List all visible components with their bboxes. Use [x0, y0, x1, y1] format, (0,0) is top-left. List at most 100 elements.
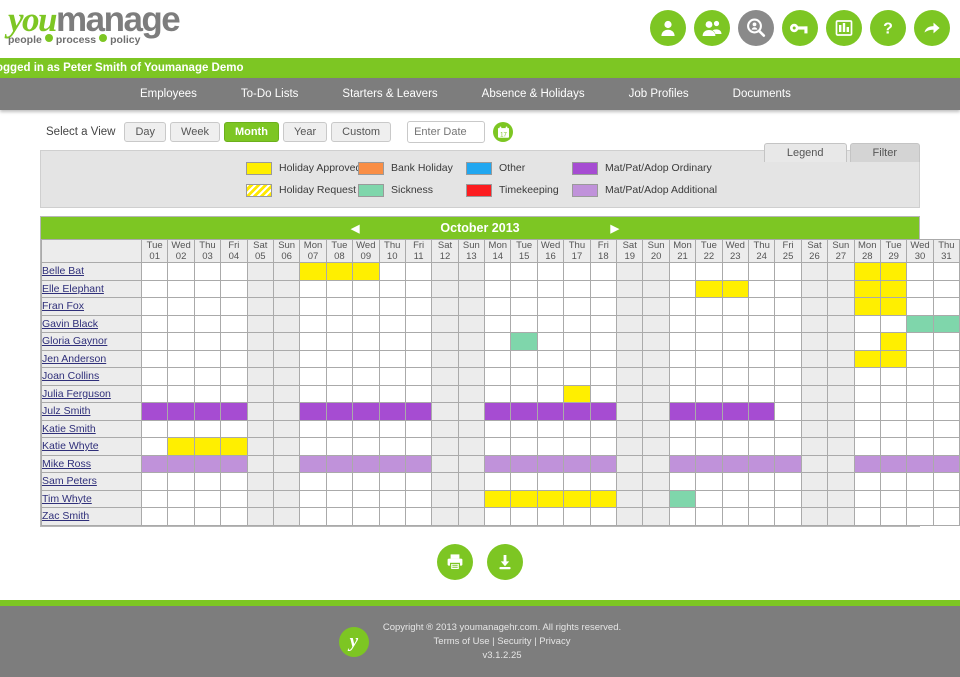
calendar-day-cell[interactable] — [774, 489, 802, 508]
calendar-day-cell[interactable] — [246, 262, 274, 281]
calendar-day-cell[interactable] — [616, 262, 644, 281]
calendar-day-cell[interactable] — [220, 384, 248, 403]
calendar-day-cell[interactable] — [431, 507, 459, 526]
calendar-day-cell[interactable] — [774, 332, 802, 351]
calendar-day-cell[interactable] — [932, 314, 960, 333]
view-button-day[interactable]: Day — [124, 122, 167, 142]
calendar-day-cell[interactable] — [668, 454, 697, 473]
calendar-day-cell[interactable] — [747, 419, 776, 438]
calendar-day-cell[interactable] — [272, 402, 301, 421]
calendar-day-cell[interactable] — [484, 367, 512, 386]
calendar-day-cell[interactable] — [695, 297, 723, 316]
calendar-day-cell[interactable] — [246, 402, 274, 421]
calendar-day-cell[interactable] — [932, 297, 960, 316]
calendar-day-cell[interactable] — [404, 262, 433, 281]
calendar-day-cell[interactable] — [140, 472, 169, 491]
calendar-day-cell[interactable] — [827, 454, 855, 473]
calendar-day-cell[interactable] — [272, 297, 301, 316]
calendar-day-cell[interactable] — [827, 297, 855, 316]
next-month-arrow[interactable]: ▶ — [611, 222, 619, 235]
calendar-day-cell[interactable] — [774, 367, 802, 386]
calendar-day-cell[interactable] — [721, 314, 749, 333]
calendar-day-cell[interactable] — [246, 472, 274, 491]
calendar-day-cell[interactable] — [853, 349, 881, 368]
calendar-day-cell[interactable] — [668, 384, 697, 403]
print-button[interactable] — [437, 543, 473, 580]
calendar-day-cell[interactable] — [246, 437, 274, 456]
calendar-day-cell[interactable] — [642, 367, 670, 386]
calendar-day-cell[interactable] — [352, 349, 380, 368]
calendar-day-cell[interactable] — [932, 402, 960, 421]
calendar-day-cell[interactable] — [642, 279, 670, 298]
calendar-day-cell[interactable] — [695, 437, 723, 456]
calendar-day-cell[interactable] — [616, 454, 644, 473]
calendar-day-cell[interactable] — [616, 437, 644, 456]
calendar-day-cell[interactable] — [431, 314, 459, 333]
calendar-day-cell[interactable] — [589, 507, 618, 526]
calendar-day-cell[interactable] — [853, 314, 881, 333]
calendar-day-cell[interactable] — [879, 279, 908, 298]
calendar-day-cell[interactable] — [589, 472, 618, 491]
calendar-day-cell[interactable] — [721, 332, 749, 351]
calendar-day-cell[interactable] — [747, 314, 776, 333]
calendar-day-cell[interactable] — [879, 297, 908, 316]
calendar-day-cell[interactable] — [668, 402, 697, 421]
calendar-day-cell[interactable] — [695, 384, 723, 403]
calendar-day-cell[interactable] — [404, 419, 433, 438]
calendar-day-cell[interactable] — [272, 489, 301, 508]
calendar-day-cell[interactable] — [220, 279, 248, 298]
calendar-day-cell[interactable] — [800, 297, 829, 316]
calendar-day-cell[interactable] — [220, 437, 248, 456]
employee-name-link[interactable]: Julia Ferguson — [42, 388, 111, 400]
view-button-year[interactable]: Year — [282, 122, 328, 142]
calendar-day-cell[interactable] — [140, 419, 169, 438]
calendar-day-cell[interactable] — [167, 384, 195, 403]
nav-item-documents[interactable]: Documents — [711, 88, 813, 100]
calendar-day-cell[interactable] — [800, 419, 829, 438]
calendar-day-cell[interactable] — [220, 419, 248, 438]
view-button-custom[interactable]: Custom — [331, 122, 392, 142]
calendar-day-cell[interactable] — [510, 489, 538, 508]
calendar-day-cell[interactable] — [220, 262, 248, 281]
calendar-day-cell[interactable] — [853, 437, 881, 456]
calendar-day-cell[interactable] — [932, 332, 960, 351]
calendar-day-cell[interactable] — [721, 262, 749, 281]
calendar-day-cell[interactable] — [747, 332, 776, 351]
calendar-day-cell[interactable] — [932, 454, 960, 473]
calendar-day-cell[interactable] — [246, 297, 274, 316]
calendar-day-cell[interactable] — [589, 437, 618, 456]
calendar-day-cell[interactable] — [853, 332, 881, 351]
calendar-day-cell[interactable] — [536, 332, 565, 351]
calendar-day-cell[interactable] — [510, 349, 538, 368]
calendar-day-cell[interactable] — [563, 279, 591, 298]
calendar-day-cell[interactable] — [378, 489, 406, 508]
calendar-day-cell[interactable] — [404, 384, 433, 403]
calendar-day-cell[interactable] — [536, 384, 565, 403]
calendar-day-cell[interactable] — [378, 454, 406, 473]
calendar-day-cell[interactable] — [721, 384, 749, 403]
calendar-day-cell[interactable] — [932, 489, 960, 508]
calendar-day-cell[interactable] — [774, 349, 802, 368]
calendar-day-cell[interactable] — [616, 349, 644, 368]
calendar-day-cell[interactable] — [589, 314, 618, 333]
calendar-day-cell[interactable] — [352, 384, 380, 403]
calendar-day-cell[interactable] — [246, 367, 274, 386]
calendar-day-cell[interactable] — [325, 454, 354, 473]
calendar-day-cell[interactable] — [457, 349, 486, 368]
calendar-day-cell[interactable] — [404, 507, 433, 526]
calendar-day-cell[interactable] — [220, 472, 248, 491]
calendar-day-cell[interactable] — [616, 384, 644, 403]
calendar-day-cell[interactable] — [616, 419, 644, 438]
employee-name-link[interactable]: Mike Ross — [42, 458, 91, 470]
calendar-day-cell[interactable] — [827, 472, 855, 491]
calendar-day-cell[interactable] — [431, 367, 459, 386]
calendar-day-cell[interactable] — [642, 262, 670, 281]
calendar-day-cell[interactable] — [404, 279, 433, 298]
calendar-day-cell[interactable] — [853, 419, 881, 438]
calendar-day-cell[interactable] — [404, 314, 433, 333]
calendar-day-cell[interactable] — [484, 297, 512, 316]
calendar-day-cell[interactable] — [879, 349, 908, 368]
calendar-day-cell[interactable] — [589, 279, 618, 298]
calendar-day-cell[interactable] — [272, 349, 301, 368]
calendar-day-cell[interactable] — [827, 279, 855, 298]
